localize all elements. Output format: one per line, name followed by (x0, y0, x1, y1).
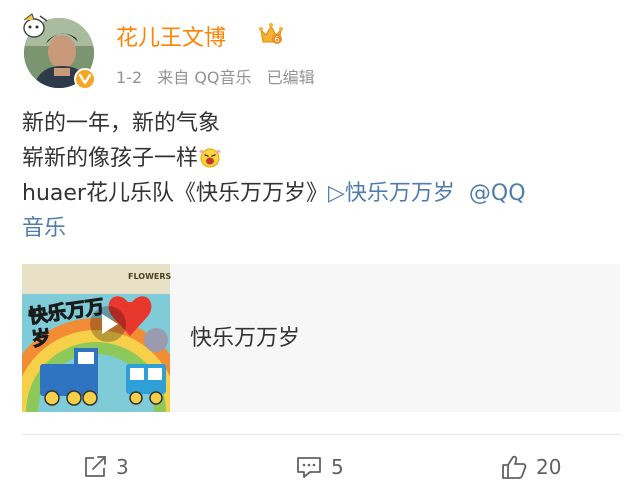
like-button[interactable]: 20 (500, 452, 561, 482)
username[interactable]: 花儿王文博 (116, 20, 226, 52)
avatar-container[interactable] (20, 12, 98, 90)
mention-link-continued[interactable]: 音乐 (22, 211, 622, 246)
edited-label[interactable]: 已编辑 (267, 68, 315, 87)
content-line-1: 新的一年，新的气象 (22, 111, 221, 136)
vip-crown-icon[interactable]: 6 (258, 22, 284, 46)
repost-button[interactable]: 3 (82, 452, 129, 482)
album-cover-brand: FLOWERS (128, 272, 172, 281)
content-line-3: huaer花儿乐队《快乐万万岁》▷快乐万万岁 @QQ (22, 176, 622, 211)
avatar-pendant-icon (23, 13, 48, 38)
weibo-post: 花儿王文博 6 1-2 来自 QQ音乐 已编辑 新的一年，新的气象 崭新的像孩子… (0, 0, 640, 497)
thumbs-up-icon (502, 455, 527, 479)
content-line-2-text: 崭新的像孩子一样 (22, 146, 199, 171)
post-content: 新的一年，新的气象 崭新的像孩子一样 huaer花儿乐队《快乐万万岁》▷快乐万万… (22, 106, 622, 246)
svg-text:6: 6 (274, 35, 279, 44)
comment-icon (297, 457, 321, 478)
divider (22, 434, 620, 435)
post-meta: 1-2 来自 QQ音乐 已编辑 (116, 64, 325, 88)
comment-button[interactable]: 5 (295, 452, 344, 482)
cheer-emoji-icon (199, 148, 222, 168)
repost-count: 3 (116, 455, 129, 479)
music-card[interactable]: 快乐万万岁 FLOWERS 快乐万万岁 (22, 264, 620, 412)
repost-icon (85, 456, 106, 477)
song-text: huaer花儿乐队《快乐万万岁》 (22, 181, 328, 206)
comment-count: 5 (331, 455, 344, 479)
content-line-2: 崭新的像孩子一样 (22, 141, 622, 176)
card-title[interactable]: 快乐万万岁 (190, 320, 300, 352)
verified-badge (74, 68, 96, 90)
post-source[interactable]: 来自 QQ音乐 (157, 68, 251, 87)
mention-link[interactable]: @QQ (469, 181, 526, 206)
song-link[interactable]: ▷快乐万万岁 (328, 181, 455, 206)
like-count: 20 (536, 455, 562, 479)
post-date: 1-2 (116, 68, 143, 87)
